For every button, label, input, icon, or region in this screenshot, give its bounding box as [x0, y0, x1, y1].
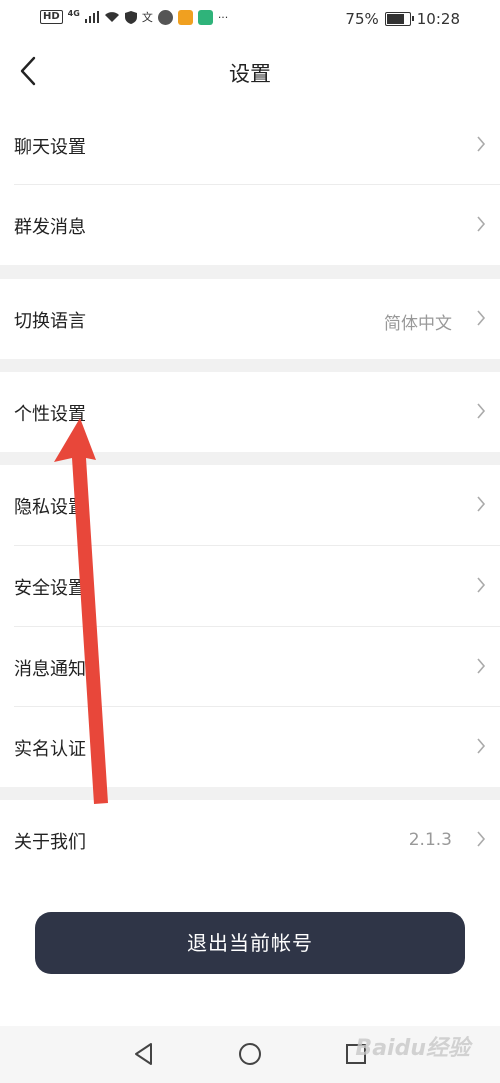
about-row[interactable]: 关于我们 2.1.3: [0, 800, 500, 880]
network-type: 4G: [67, 8, 80, 18]
chevron-right-icon: [477, 738, 486, 754]
hd-indicator: HD: [40, 10, 63, 24]
broadcast-label: 群发消息: [14, 217, 86, 238]
chevron-right-icon: [477, 136, 486, 152]
chevron-right-icon: [477, 216, 486, 232]
chevron-right-icon: [477, 831, 486, 847]
version-value: 2.1.3: [408, 830, 452, 850]
language-row[interactable]: 切换语言 简体中文: [0, 279, 500, 359]
section-gap: [0, 359, 500, 372]
chevron-right-icon: [477, 310, 486, 326]
translate-icon: 文: [141, 11, 153, 24]
clock: 10:28: [416, 10, 460, 28]
watermark: Baidu经验: [355, 1036, 470, 1061]
status-icons: HD 4G 文 ···: [40, 9, 228, 25]
chevron-right-icon: [477, 403, 486, 419]
security-row[interactable]: 安全设置: [0, 546, 500, 626]
status-right: 75% 10:28: [345, 10, 460, 28]
chat-settings-label: 聊天设置: [14, 137, 86, 158]
personal-settings-row[interactable]: 个性设置: [0, 372, 500, 452]
privacy-label: 隐私设置: [14, 497, 86, 518]
language-value: 简体中文: [384, 314, 452, 334]
chat-settings-row[interactable]: 聊天设置: [0, 105, 500, 185]
privacy-row[interactable]: 隐私设置: [0, 465, 500, 545]
logout-button[interactable]: 退出当前帐号: [35, 912, 465, 974]
app-icon-play: [177, 9, 193, 25]
status-bar: HD 4G 文 ··· 75% 10:28: [0, 0, 500, 38]
header: 设置: [0, 38, 500, 106]
battery-icon: [384, 12, 414, 26]
section-gap: [0, 787, 500, 800]
nav-back-icon[interactable]: [132, 1042, 156, 1066]
chevron-right-icon: [477, 658, 486, 674]
more-icon: ···: [217, 10, 229, 24]
notifications-row[interactable]: 消息通知: [0, 627, 500, 707]
notifications-label: 消息通知: [14, 659, 86, 680]
chevron-right-icon: [477, 577, 486, 593]
wifi-icon: [104, 12, 119, 22]
real-name-label: 实名认证: [14, 739, 86, 760]
section-gap: [0, 265, 500, 279]
shield-icon: [124, 10, 137, 24]
section-gap: [0, 452, 500, 465]
signal-icon: [84, 11, 99, 23]
battery-percent: 75%: [345, 10, 379, 28]
security-label: 安全设置: [14, 578, 86, 599]
chevron-right-icon: [477, 496, 486, 512]
app-icon-home: [197, 9, 213, 25]
broadcast-row[interactable]: 群发消息: [0, 185, 500, 265]
language-label: 切换语言: [14, 311, 86, 332]
personal-settings-label: 个性设置: [14, 404, 86, 425]
nav-home-icon[interactable]: [238, 1042, 262, 1066]
app-icon-hex: [157, 9, 173, 25]
page-title: 设置: [229, 62, 271, 86]
real-name-row[interactable]: 实名认证: [0, 707, 500, 787]
about-label: 关于我们: [14, 832, 86, 853]
